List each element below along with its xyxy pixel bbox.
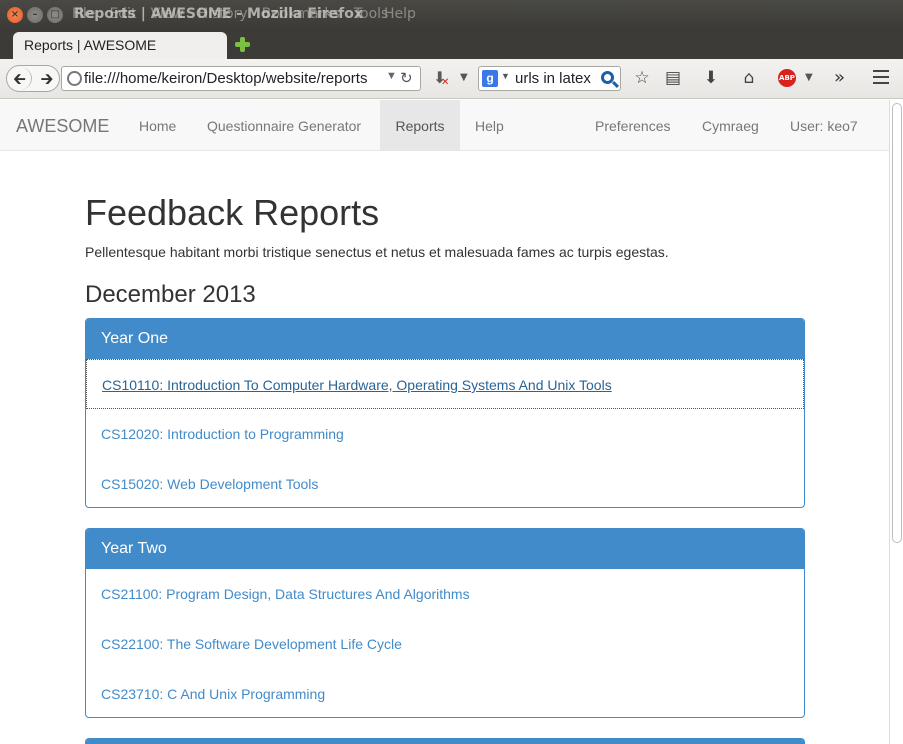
url-bar[interactable]: file:///home/keiron/Desktop/website/repo…: [61, 66, 421, 91]
search-engine-dropdown-icon[interactable]: ▼: [501, 71, 510, 81]
forward-arrow-icon[interactable]: 🡲: [37, 67, 57, 90]
window-titlebar: × – □ File Edit View History Bookmarks Tools …: [0, 0, 903, 30]
page-scrollbar[interactable]: [889, 100, 903, 744]
bookmark-star-icon[interactable]: ☆: [632, 68, 652, 88]
nav-cymraeg[interactable]: Cymraeg: [687, 100, 774, 150]
panel-heading: [86, 739, 804, 744]
browser-tab-reports[interactable]: Reports | AWESOME: [13, 32, 227, 59]
page-viewport: AWESOME Home Questionnaire Generator Rep…: [0, 100, 903, 744]
nav-user[interactable]: User: keo7: [775, 100, 873, 150]
list-item[interactable]: CS22100: The Software Development Life C…: [86, 619, 804, 669]
adblock-dropdown-icon[interactable]: ▼: [805, 72, 813, 83]
home-icon[interactable]: ⌂: [739, 68, 759, 88]
nav-questionnaire-generator[interactable]: Questionnaire Generator: [192, 100, 376, 150]
site-brand[interactable]: AWESOME: [16, 116, 109, 137]
panel-heading: Year Two: [86, 529, 804, 569]
section-heading: December 2013: [85, 281, 256, 308]
nav-home[interactable]: Home: [124, 100, 191, 150]
back-arrow-icon[interactable]: 🡰: [8, 67, 32, 90]
panel-year-two: Year Two CS21100: Program Design, Data S…: [85, 528, 805, 718]
search-bar[interactable]: g ▼ urls in latex: [478, 66, 621, 91]
search-query-text[interactable]: urls in latex: [515, 70, 591, 87]
panel-year-one: Year One CS10110: Introduction To Comput…: [85, 318, 805, 508]
scrollbar-thumb[interactable]: [892, 103, 902, 543]
download-error-x-icon: ✕: [441, 77, 450, 88]
window-close-button[interactable]: ×: [7, 7, 23, 23]
overflow-chevron-icon[interactable]: »: [834, 67, 845, 88]
list-item[interactable]: CS10110: Introduction To Computer Hardwa…: [86, 359, 804, 409]
panel-heading: Year One: [86, 319, 804, 359]
tab-strip: Reports | AWESOME: [0, 30, 903, 59]
search-magnifier-icon[interactable]: [601, 71, 614, 84]
panel-year-three-partial: [85, 738, 805, 744]
url-text[interactable]: file:///home/keiron/Desktop/website/repo…: [84, 70, 384, 87]
toolbar-dropdown-icon[interactable]: ▼: [460, 72, 468, 83]
nav-preferences[interactable]: Preferences: [580, 100, 685, 150]
hamburger-menu-icon[interactable]: [873, 70, 889, 84]
window-maximize-button[interactable]: □: [47, 7, 63, 23]
back-forward-group: 🡰 🡲: [6, 65, 60, 92]
list-item[interactable]: CS23710: C And Unix Programming: [86, 669, 804, 717]
menu-help[interactable]: Help: [384, 6, 416, 22]
list-item[interactable]: CS15020: Web Development Tools: [86, 459, 804, 507]
nav-reports[interactable]: Reports: [380, 100, 460, 150]
navigation-toolbar: 🡰 🡲 file:///home/keiron/Desktop/website/…: [0, 59, 903, 99]
nav-help[interactable]: Help: [460, 100, 519, 150]
site-navbar: AWESOME Home Questionnaire Generator Rep…: [0, 100, 889, 151]
google-engine-icon[interactable]: g: [482, 70, 498, 87]
globe-icon: [67, 71, 82, 86]
window-minimize-button[interactable]: –: [27, 7, 43, 23]
page-title: Feedback Reports: [85, 192, 380, 233]
reload-icon[interactable]: ↻: [400, 69, 413, 87]
list-item[interactable]: CS21100: Program Design, Data Structures…: [86, 569, 804, 619]
url-history-dropdown-icon[interactable]: ▼: [386, 70, 397, 82]
window-title: Reports | AWESOME - Mozilla Firefox: [74, 6, 363, 22]
list-item[interactable]: CS12020: Introduction to Programming: [86, 409, 804, 459]
adblock-plus-icon[interactable]: ABP: [778, 69, 796, 87]
new-tab-plus-icon[interactable]: [234, 36, 251, 53]
page-lead: Pellentesque habitant morbi tristique se…: [85, 244, 669, 260]
downloads-arrow-icon[interactable]: ⬇: [701, 68, 721, 88]
reading-list-icon[interactable]: ▤: [663, 68, 683, 88]
